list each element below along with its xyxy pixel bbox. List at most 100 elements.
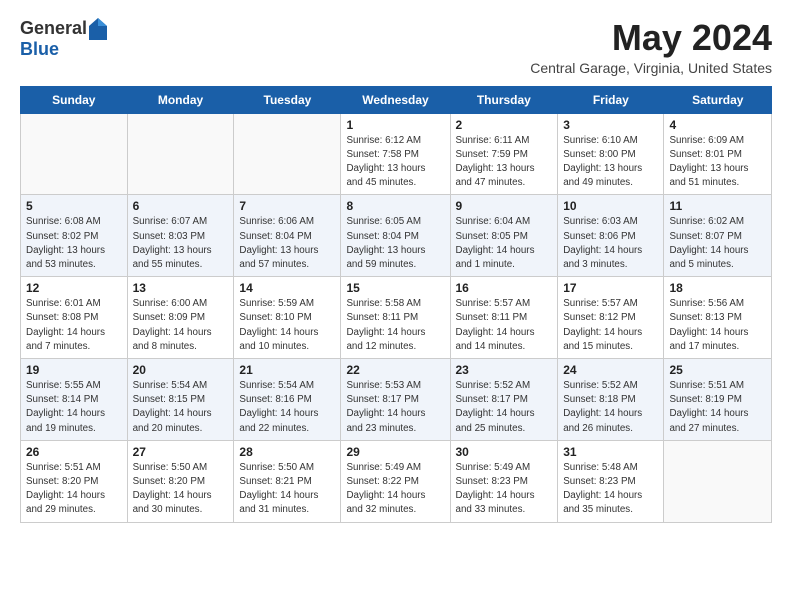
day-info: Sunrise: 5:59 AMSunset: 8:10 PMDaylight:… (239, 297, 335, 354)
day-info: Sunrise: 6:07 AMSunset: 8:03 PMDaylight:… (133, 215, 229, 272)
day-info: Sunrise: 5:51 AMSunset: 8:20 PMDaylight:… (26, 461, 122, 518)
day-number: 15 (346, 281, 444, 295)
day-number: 5 (26, 199, 122, 213)
calendar-subtitle: Central Garage, Virginia, United States (530, 60, 772, 76)
day-number: 21 (239, 363, 335, 377)
calendar-cell: 12Sunrise: 6:01 AMSunset: 8:08 PMDayligh… (21, 277, 128, 359)
day-number: 11 (669, 199, 766, 213)
calendar-cell: 25Sunrise: 5:51 AMSunset: 8:19 PMDayligh… (664, 359, 772, 441)
week-row-5: 26 Sunrise: 5:51 AMSunset: 8:20 PMDayligh… (21, 440, 772, 522)
calendar-cell (664, 440, 772, 522)
day-number: 18 (669, 281, 766, 295)
calendar-cell: 17 Sunrise: 5:57 AMSunset: 8:12 PMDayligh… (558, 277, 664, 359)
day-info: Sunrise: 5:52 AMSunset: 8:18 PMDaylight:… (563, 379, 658, 436)
weekday-header-sunday: Sunday (21, 86, 128, 113)
day-number: 3 (563, 118, 658, 132)
day-info: Sunrise: 6:12 AMSunset: 7:58 PMDaylight:… (346, 134, 444, 191)
day-number: 19 (26, 363, 122, 377)
day-number: 31 (563, 445, 658, 459)
day-number: 12 (26, 281, 122, 295)
day-info: Sunrise: 6:03 AMSunset: 8:06 PMDaylight:… (563, 215, 658, 272)
day-number: 25 (669, 363, 766, 377)
weekday-header-saturday: Saturday (664, 86, 772, 113)
calendar-cell: 1 Sunrise: 6:12 AMSunset: 7:58 PMDaylight… (341, 113, 450, 195)
calendar-table: SundayMondayTuesdayWednesdayThursdayFrid… (20, 86, 772, 523)
calendar-cell: 15Sunrise: 5:58 AMSunset: 8:11 PMDayligh… (341, 277, 450, 359)
header: General Blue May 2024 Central Garage, Vi… (20, 18, 772, 76)
day-number: 20 (133, 363, 229, 377)
day-number: 9 (456, 199, 553, 213)
weekday-header-row: SundayMondayTuesdayWednesdayThursdayFrid… (21, 86, 772, 113)
calendar-cell (127, 113, 234, 195)
day-info: Sunrise: 5:57 AMSunset: 8:11 PMDaylight:… (456, 297, 553, 354)
calendar-cell: 4Sunrise: 6:09 AMSunset: 8:01 PMDaylight… (664, 113, 772, 195)
calendar-cell (234, 113, 341, 195)
calendar-cell: 10 Sunrise: 6:03 AMSunset: 8:06 PMDayligh… (558, 195, 664, 277)
day-info: Sunrise: 6:10 AMSunset: 8:00 PMDaylight:… (563, 134, 658, 191)
day-info: Sunrise: 6:09 AMSunset: 8:01 PMDaylight:… (669, 134, 766, 191)
week-row-1: 1 Sunrise: 6:12 AMSunset: 7:58 PMDaylight… (21, 113, 772, 195)
calendar-cell: 26 Sunrise: 5:51 AMSunset: 8:20 PMDayligh… (21, 440, 128, 522)
calendar-cell: 3 Sunrise: 6:10 AMSunset: 8:00 PMDaylight… (558, 113, 664, 195)
calendar-cell: 5Sunrise: 6:08 AMSunset: 8:02 PMDaylight… (21, 195, 128, 277)
day-info: Sunrise: 6:00 AMSunset: 8:09 PMDaylight:… (133, 297, 229, 354)
logo-general: General (20, 19, 87, 39)
calendar-cell: 13Sunrise: 6:00 AMSunset: 8:09 PMDayligh… (127, 277, 234, 359)
day-number: 26 (26, 445, 122, 459)
weekday-header-thursday: Thursday (450, 86, 558, 113)
day-number: 1 (346, 118, 444, 132)
calendar-cell: 28Sunrise: 5:50 AMSunset: 8:21 PMDayligh… (234, 440, 341, 522)
day-info: Sunrise: 5:52 AMSunset: 8:17 PMDaylight:… (456, 379, 553, 436)
logo-icon (89, 18, 107, 40)
day-info: Sunrise: 5:56 AMSunset: 8:13 PMDaylight:… (669, 297, 766, 354)
day-info: Sunrise: 6:06 AMSunset: 8:04 PMDaylight:… (239, 215, 335, 272)
day-info: Sunrise: 5:49 AMSunset: 8:23 PMDaylight:… (456, 461, 553, 518)
title-section: May 2024 Central Garage, Virginia, Unite… (530, 18, 772, 76)
day-info: Sunrise: 5:57 AMSunset: 8:12 PMDaylight:… (563, 297, 658, 354)
calendar-cell: 14 Sunrise: 5:59 AMSunset: 8:10 PMDayligh… (234, 277, 341, 359)
calendar-title: May 2024 (530, 18, 772, 58)
day-info: Sunrise: 5:54 AMSunset: 8:16 PMDaylight:… (239, 379, 335, 436)
day-info: Sunrise: 5:50 AMSunset: 8:21 PMDaylight:… (239, 461, 335, 518)
logo: General Blue (20, 18, 107, 60)
weekday-header-wednesday: Wednesday (341, 86, 450, 113)
weekday-header-tuesday: Tuesday (234, 86, 341, 113)
day-number: 10 (563, 199, 658, 213)
calendar-cell: 7Sunrise: 6:06 AMSunset: 8:04 PMDaylight… (234, 195, 341, 277)
day-number: 23 (456, 363, 553, 377)
day-info: Sunrise: 5:50 AMSunset: 8:20 PMDaylight:… (133, 461, 229, 518)
logo-blue: Blue (20, 40, 107, 60)
day-info: Sunrise: 5:54 AMSunset: 8:15 PMDaylight:… (133, 379, 229, 436)
page: General Blue May 2024 Central Garage, Vi… (0, 0, 792, 541)
day-info: Sunrise: 5:49 AMSunset: 8:22 PMDaylight:… (346, 461, 444, 518)
day-number: 14 (239, 281, 335, 295)
calendar-cell: 21 Sunrise: 5:54 AMSunset: 8:16 PMDayligh… (234, 359, 341, 441)
calendar-cell: 20 Sunrise: 5:54 AMSunset: 8:15 PMDayligh… (127, 359, 234, 441)
day-number: 22 (346, 363, 444, 377)
day-number: 8 (346, 199, 444, 213)
day-number: 2 (456, 118, 553, 132)
weekday-header-friday: Friday (558, 86, 664, 113)
day-number: 17 (563, 281, 658, 295)
day-info: Sunrise: 6:11 AMSunset: 7:59 PMDaylight:… (456, 134, 553, 191)
week-row-2: 5Sunrise: 6:08 AMSunset: 8:02 PMDaylight… (21, 195, 772, 277)
calendar-cell: 23 Sunrise: 5:52 AMSunset: 8:17 PMDayligh… (450, 359, 558, 441)
day-number: 30 (456, 445, 553, 459)
day-number: 29 (346, 445, 444, 459)
calendar-cell: 27Sunrise: 5:50 AMSunset: 8:20 PMDayligh… (127, 440, 234, 522)
logo-text: General Blue (20, 18, 107, 60)
day-info: Sunrise: 6:02 AMSunset: 8:07 PMDaylight:… (669, 215, 766, 272)
calendar-cell: 9Sunrise: 6:04 AMSunset: 8:05 PMDaylight… (450, 195, 558, 277)
week-row-3: 12Sunrise: 6:01 AMSunset: 8:08 PMDayligh… (21, 277, 772, 359)
calendar-cell (21, 113, 128, 195)
calendar-cell: 24Sunrise: 5:52 AMSunset: 8:18 PMDayligh… (558, 359, 664, 441)
calendar-cell: 30 Sunrise: 5:49 AMSunset: 8:23 PMDayligh… (450, 440, 558, 522)
calendar-cell: 29 Sunrise: 5:49 AMSunset: 8:22 PMDayligh… (341, 440, 450, 522)
calendar-cell: 8Sunrise: 6:05 AMSunset: 8:04 PMDaylight… (341, 195, 450, 277)
calendar-cell: 11 Sunrise: 6:02 AMSunset: 8:07 PMDayligh… (664, 195, 772, 277)
day-number: 6 (133, 199, 229, 213)
calendar-cell: 31Sunrise: 5:48 AMSunset: 8:23 PMDayligh… (558, 440, 664, 522)
calendar-cell: 16Sunrise: 5:57 AMSunset: 8:11 PMDayligh… (450, 277, 558, 359)
calendar-cell: 6 Sunrise: 6:07 AMSunset: 8:03 PMDaylight… (127, 195, 234, 277)
weekday-header-monday: Monday (127, 86, 234, 113)
